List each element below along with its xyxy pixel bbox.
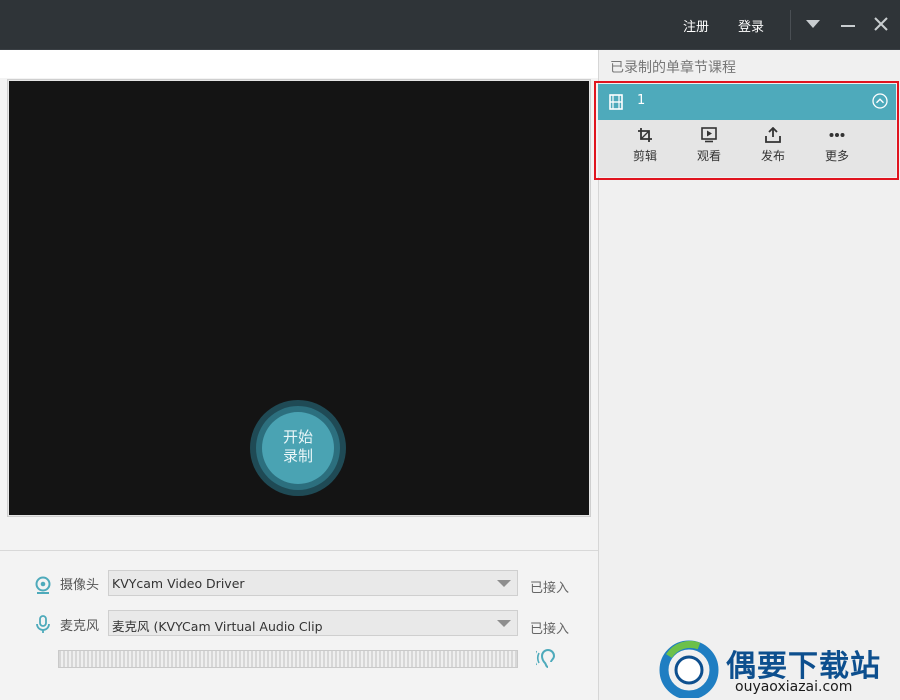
volume-meter [58,650,518,668]
microphone-status: 已接入 [530,622,570,637]
register-link[interactable]: 注册 [683,16,709,35]
login-link[interactable]: 登录 [738,16,764,35]
recorder-window: 注册 登录 开始 录制 摄像头 KVYcam Video Driver 已接入 … [0,0,900,700]
menu-dropdown-icon[interactable] [806,20,820,28]
camera-status: 已接入 [530,581,570,596]
microphone-select[interactable]: 麦克风 (KVYCam Virtual Audio Clip [108,610,518,636]
title-bar: 注册 登录 [0,0,900,50]
camera-selected-value: KVYcam Video Driver [112,576,245,591]
minimize-icon[interactable] [841,25,855,27]
record-label-line2: 录制 [282,447,313,465]
camera-select[interactable]: KVYcam Video Driver [108,570,518,596]
titlebar-divider [790,10,791,40]
close-icon[interactable] [872,15,890,33]
watermark-logo [659,640,719,698]
watermark-url: ouyaoxiazai.com [735,679,853,695]
microphone-label: 麦克风 [60,619,100,634]
chevron-down-icon [497,620,511,627]
record-label-line1: 开始 [282,428,313,446]
camera-label: 摄像头 [60,578,100,593]
chevron-down-icon [497,580,511,587]
webcam-icon [35,576,51,594]
toolbar-strip [0,50,598,78]
microphone-selected-value: 麦克风 (KVYCam Virtual Audio Clip [112,619,323,634]
microphone-icon [36,615,50,633]
ear-icon[interactable] [536,648,562,670]
highlight-box [594,81,899,180]
panel-title: 已录制的单章节课程 [610,60,736,76]
start-recording-button[interactable]: 开始 录制 [262,412,334,484]
